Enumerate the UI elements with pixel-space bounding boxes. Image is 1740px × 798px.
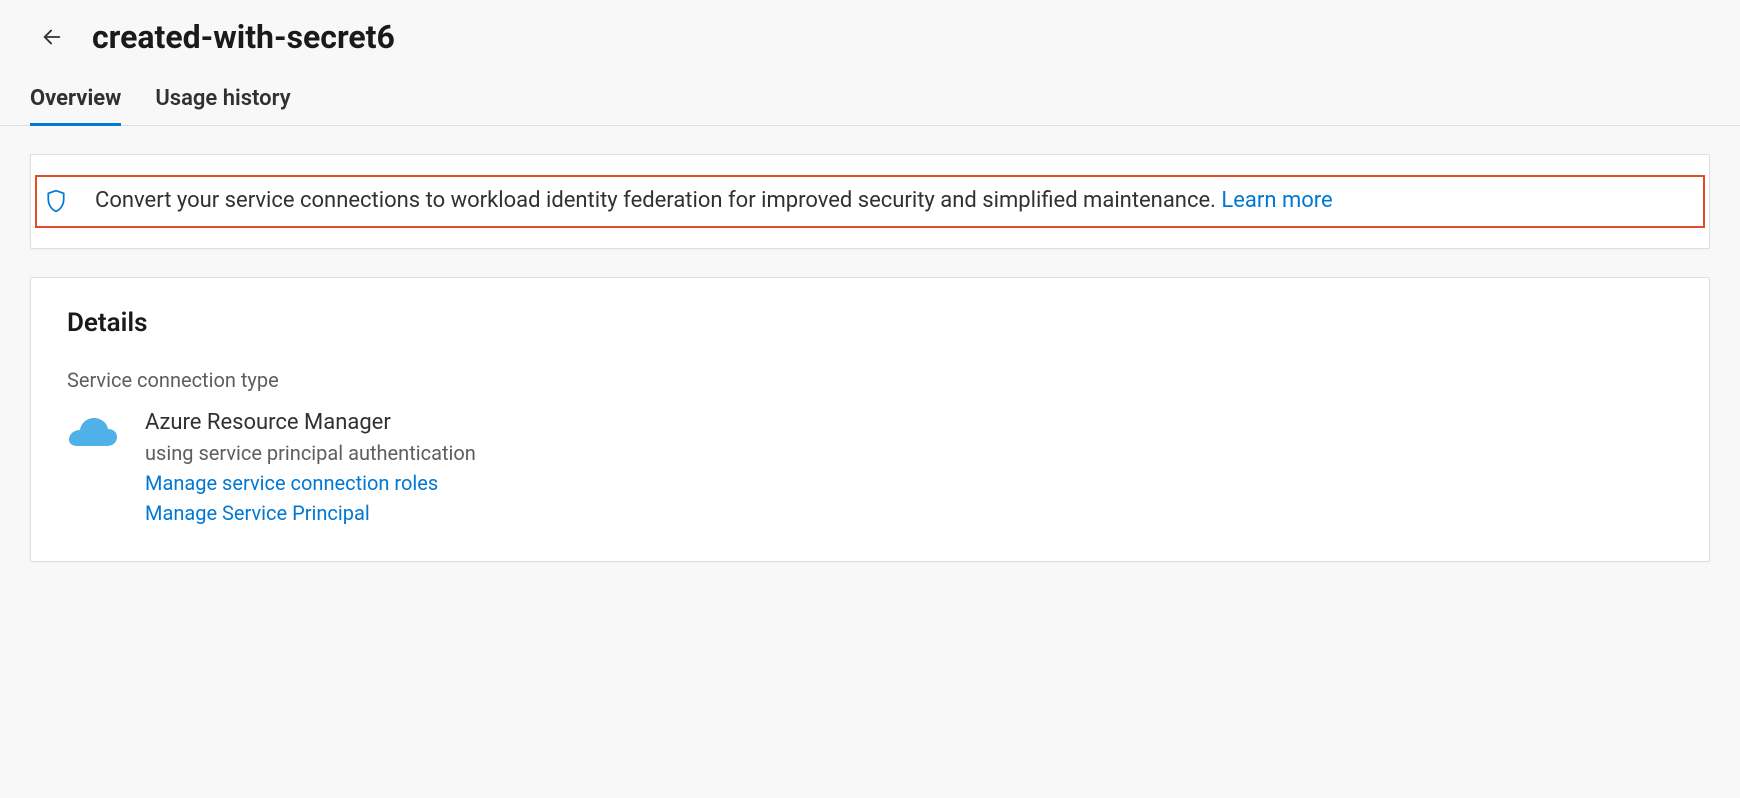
back-arrow-icon[interactable] (40, 25, 64, 49)
connection-subtitle: using service principal authentication (145, 441, 476, 465)
learn-more-link[interactable]: Learn more (1221, 188, 1332, 213)
connection-name: Azure Resource Manager (145, 410, 476, 435)
tab-usage-history[interactable]: Usage history (155, 86, 290, 125)
details-card: Details Service connection type Azure Re… (30, 277, 1710, 562)
cloud-icon (67, 416, 119, 454)
tab-overview[interactable]: Overview (30, 86, 121, 125)
connection-type-label: Service connection type (67, 368, 1673, 392)
tab-bar: Overview Usage history (0, 66, 1740, 126)
manage-service-principal-link[interactable]: Manage Service Principal (145, 501, 476, 525)
tab-label: Usage history (155, 86, 290, 111)
shield-icon (45, 189, 67, 213)
banner-message: Convert your service connections to work… (95, 188, 1216, 213)
tab-label: Overview (30, 86, 121, 111)
banner-text: Convert your service connections to work… (95, 187, 1689, 216)
page-title: created-with-secret6 (92, 18, 395, 56)
connection-row: Azure Resource Manager using service pri… (67, 410, 1673, 525)
info-banner-card: Convert your service connections to work… (30, 154, 1710, 249)
page-header: created-with-secret6 (0, 0, 1740, 66)
details-heading: Details (67, 308, 1673, 338)
info-banner: Convert your service connections to work… (35, 175, 1705, 228)
manage-roles-link[interactable]: Manage service connection roles (145, 471, 476, 495)
connection-info: Azure Resource Manager using service pri… (145, 410, 476, 525)
